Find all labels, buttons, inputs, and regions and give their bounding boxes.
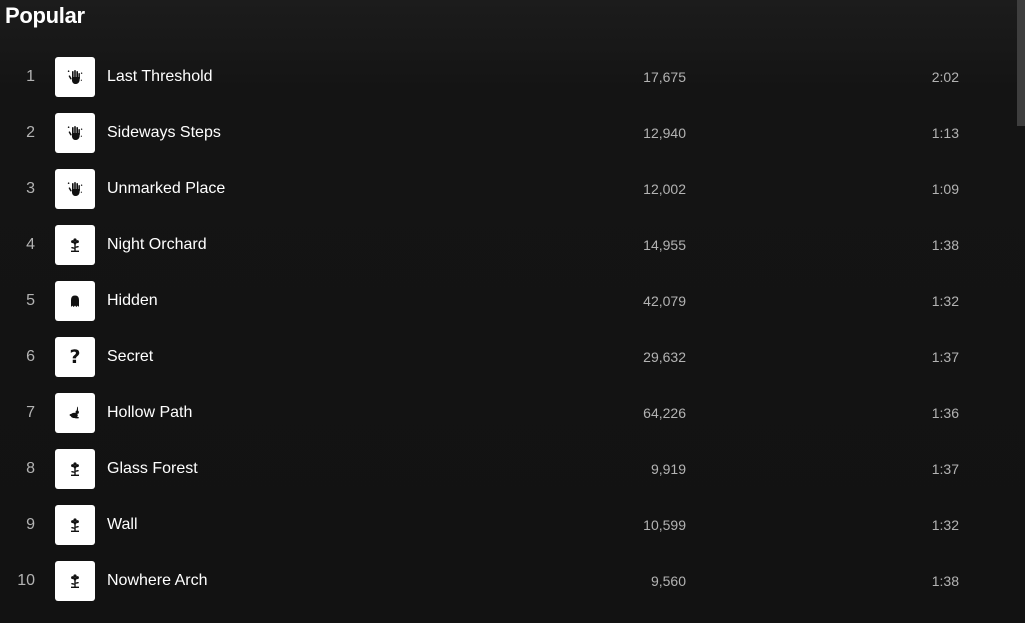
track-number: 2 bbox=[26, 124, 35, 141]
flower-icon bbox=[66, 236, 84, 254]
scrollbar-thumb[interactable] bbox=[1017, 0, 1025, 126]
track-number: 5 bbox=[26, 292, 35, 309]
track-duration: 1:38 bbox=[931, 573, 959, 589]
track-list: 1 Last Threshold 17,675 2:02 2 Sideways … bbox=[0, 49, 1015, 609]
track-artwork[interactable] bbox=[55, 505, 95, 545]
track-duration: 1:36 bbox=[931, 405, 959, 421]
hand-icon bbox=[66, 124, 84, 142]
track-title[interactable]: Secret bbox=[107, 348, 153, 366]
track-row[interactable]: 1 Last Threshold 17,675 2:02 bbox=[0, 49, 1015, 105]
flower-icon bbox=[66, 516, 84, 534]
track-title[interactable]: Glass Forest bbox=[107, 460, 198, 478]
track-play-count: 9,919 bbox=[650, 461, 686, 477]
track-play-count: 10,599 bbox=[643, 517, 686, 533]
track-duration: 1:37 bbox=[931, 349, 959, 365]
track-play-count: 64,226 bbox=[643, 405, 686, 421]
track-title[interactable]: Hollow Path bbox=[107, 404, 192, 422]
track-number: 9 bbox=[26, 516, 35, 533]
track-row[interactable]: 9 Wall 10,599 1:32 bbox=[0, 497, 1015, 553]
track-title[interactable]: Night Orchard bbox=[107, 236, 207, 254]
popular-tracks-page: Popular 1 Last Threshold 17,675 2:02 2 S… bbox=[0, 0, 1025, 623]
track-duration: 1:32 bbox=[931, 517, 959, 533]
track-play-count: 42,079 bbox=[643, 293, 686, 309]
track-row[interactable]: 5 Hidden 42,079 1:32 bbox=[0, 273, 1015, 329]
track-row[interactable]: 3 Unmarked Place 12,002 1:09 bbox=[0, 161, 1015, 217]
track-number: 6 bbox=[26, 348, 35, 365]
track-title[interactable]: Last Threshold bbox=[107, 68, 213, 86]
flower-icon bbox=[66, 460, 84, 478]
track-number: 1 bbox=[26, 68, 35, 85]
track-artwork[interactable] bbox=[55, 561, 95, 601]
track-artwork[interactable] bbox=[55, 281, 95, 321]
track-row[interactable]: 10 Nowhere Arch 9,560 1:38 bbox=[0, 553, 1015, 609]
track-duration: 1:37 bbox=[931, 461, 959, 477]
track-play-count: 14,955 bbox=[643, 237, 686, 253]
hand-icon bbox=[66, 180, 84, 198]
track-play-count: 12,002 bbox=[643, 181, 686, 197]
track-artwork[interactable] bbox=[55, 393, 95, 433]
track-duration: 1:13 bbox=[931, 125, 959, 141]
ghost-icon bbox=[66, 292, 84, 310]
track-title[interactable]: Hidden bbox=[107, 292, 158, 310]
section-title: Popular bbox=[5, 3, 85, 28]
track-play-count: 12,940 bbox=[643, 125, 686, 141]
track-artwork[interactable] bbox=[55, 169, 95, 209]
question-mark-icon: ? bbox=[69, 345, 81, 368]
track-artwork[interactable] bbox=[55, 449, 95, 489]
track-duration: 1:09 bbox=[931, 181, 959, 197]
track-duration: 2:02 bbox=[931, 69, 959, 85]
track-title[interactable]: Unmarked Place bbox=[107, 180, 225, 198]
track-duration: 1:32 bbox=[931, 293, 959, 309]
track-artwork[interactable] bbox=[55, 225, 95, 265]
track-row[interactable]: 8 Glass Forest 9,919 1:37 bbox=[0, 441, 1015, 497]
track-artwork[interactable]: ? bbox=[55, 337, 95, 377]
track-play-count: 9,560 bbox=[650, 573, 686, 589]
track-number: 10 bbox=[17, 572, 35, 589]
track-number: 8 bbox=[26, 460, 35, 477]
track-number: 3 bbox=[26, 180, 35, 197]
track-title[interactable]: Wall bbox=[107, 516, 138, 534]
track-number: 4 bbox=[26, 236, 35, 253]
track-duration: 1:38 bbox=[931, 237, 959, 253]
track-artwork[interactable] bbox=[55, 57, 95, 97]
flower-icon bbox=[66, 572, 84, 590]
track-artwork[interactable] bbox=[55, 113, 95, 153]
track-number: 7 bbox=[26, 404, 35, 421]
rabbit-icon bbox=[66, 404, 84, 422]
track-play-count: 29,632 bbox=[643, 349, 686, 365]
track-row[interactable]: 2 Sideways Steps 12,940 1:13 bbox=[0, 105, 1015, 161]
track-row[interactable]: 7 Hollow Path 64,226 1:36 bbox=[0, 385, 1015, 441]
track-play-count: 17,675 bbox=[643, 69, 686, 85]
track-row[interactable]: 4 Night Orchard 14,955 1:38 bbox=[0, 217, 1015, 273]
track-title[interactable]: Sideways Steps bbox=[107, 124, 221, 142]
track-title[interactable]: Nowhere Arch bbox=[107, 572, 208, 590]
track-row[interactable]: 6 ? Secret 29,632 1:37 bbox=[0, 329, 1015, 385]
hand-icon bbox=[66, 68, 84, 86]
